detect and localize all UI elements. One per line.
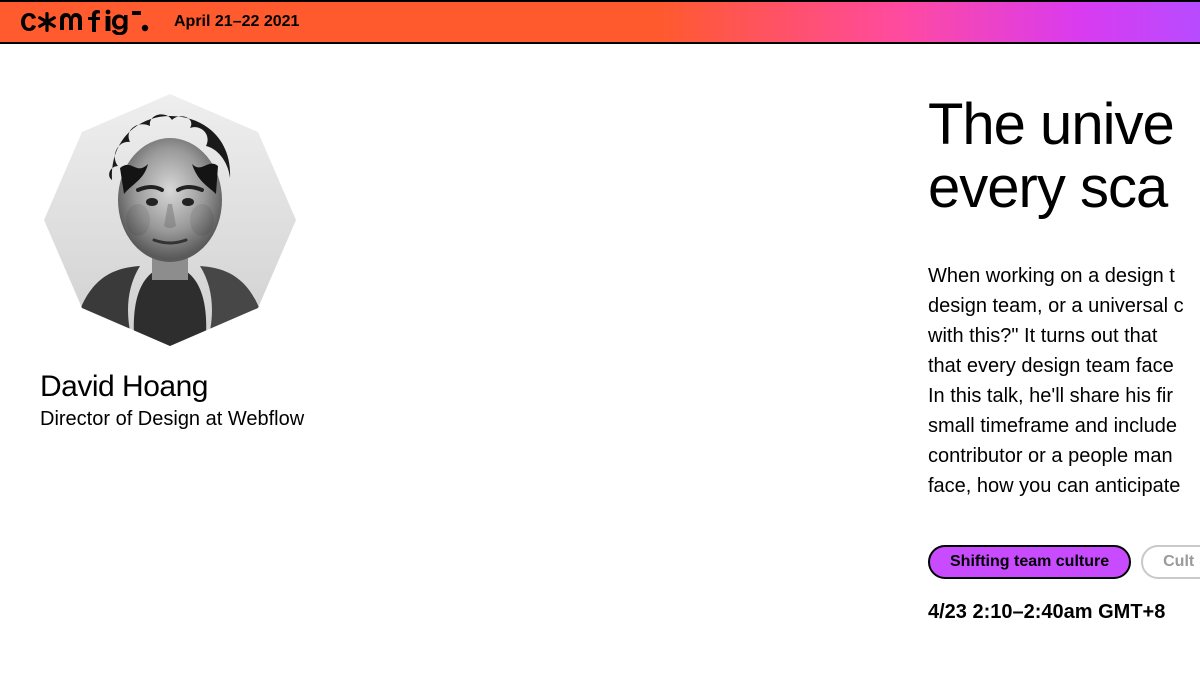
talk-details: The unive every sca When working on a de… xyxy=(928,94,1200,624)
speaker-name: David Hoang xyxy=(40,370,480,404)
talk-time: 4/23 2:10–2:40am GMT+8 xyxy=(928,601,1200,624)
speaker-avatar xyxy=(40,90,300,350)
event-date: April 21–22 2021 xyxy=(174,13,299,31)
tag-shifting-team-culture[interactable]: Shifting team culture xyxy=(928,545,1131,579)
top-bar: April 21–22 2021 xyxy=(0,0,1200,44)
talk-title-line1: The unive xyxy=(928,92,1174,157)
config-logo[interactable] xyxy=(20,9,152,35)
tag-row: Shifting team culture Cult xyxy=(928,545,1200,579)
talk-description: When working on a design t design team, … xyxy=(928,261,1200,501)
speaker-title: Director of Design at Webflow xyxy=(40,408,480,431)
talk-title-line2: every sca xyxy=(928,155,1167,220)
tag-cult[interactable]: Cult xyxy=(1141,545,1200,579)
talk-title: The unive every sca xyxy=(928,94,1200,219)
speaker-card: David Hoang Director of Design at Webflo… xyxy=(40,90,480,431)
